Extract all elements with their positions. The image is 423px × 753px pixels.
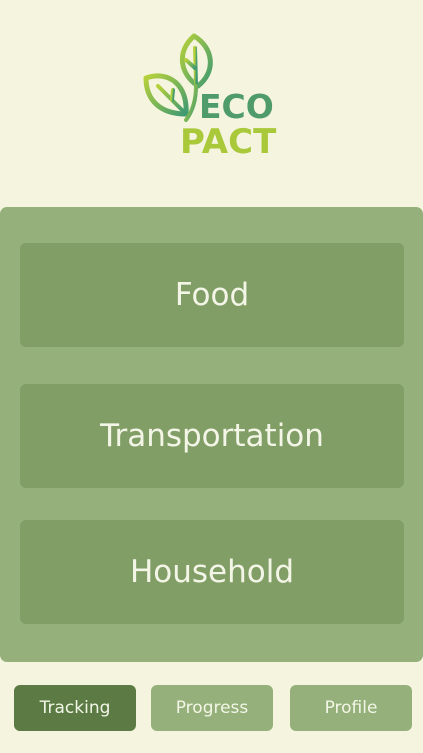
category-food-button[interactable]: Food [20, 243, 404, 347]
logo-pact-text: PACT [180, 122, 277, 162]
eco-pact-logo: ECO PACT [142, 30, 284, 164]
nav-profile-button[interactable]: Profile [290, 685, 412, 731]
category-transportation-button[interactable]: Transportation [20, 384, 404, 488]
logo-eco-text: ECO [199, 87, 274, 126]
category-household-button[interactable]: Household [20, 520, 404, 624]
nav-tracking-button[interactable]: Tracking [14, 685, 136, 731]
nav-progress-button[interactable]: Progress [151, 685, 273, 731]
category-panel: Food Transportation Household [0, 207, 423, 662]
